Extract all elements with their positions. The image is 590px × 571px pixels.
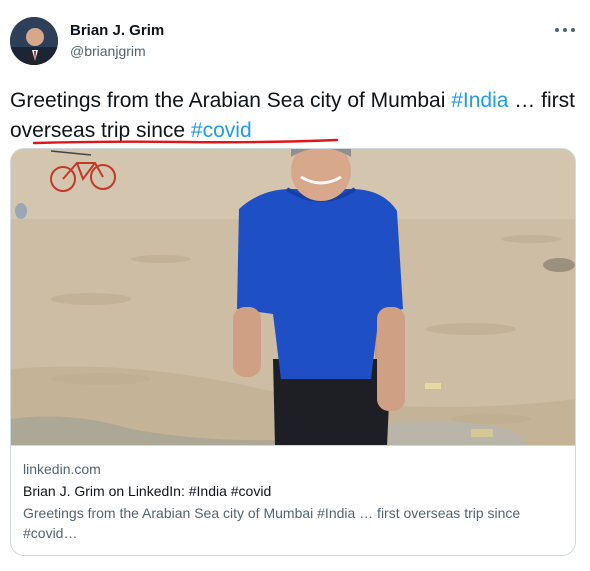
author-handle[interactable]: @brianjgrim	[70, 43, 146, 59]
beach-photo	[11, 149, 575, 445]
link-card-title[interactable]: Brian J. Grim on LinkedIn: #India #covid	[23, 481, 568, 501]
avatar-image	[10, 17, 58, 65]
more-options-button[interactable]	[555, 20, 575, 40]
tweet-text: Greetings from the Arabian Sea city of M…	[10, 86, 580, 146]
red-underline-annotation	[32, 138, 339, 145]
author-name[interactable]: Brian J. Grim	[70, 22, 164, 39]
tweet-text-part: Greetings from the Arabian Sea city of M…	[10, 89, 452, 112]
more-dots-icon	[571, 28, 575, 32]
link-card-domain: linkedin.com	[23, 461, 101, 477]
hashtag-link-india[interactable]: #India	[451, 89, 508, 112]
link-card-description: Greetings from the Arabian Sea city of M…	[23, 505, 521, 541]
more-dots-icon	[563, 28, 567, 32]
link-card-body: linkedin.com Brian J. Grim on LinkedIn: …	[23, 459, 568, 543]
avatar[interactable]	[10, 17, 58, 65]
link-card[interactable]: linkedin.com Brian J. Grim on LinkedIn: …	[10, 148, 576, 556]
link-card-image[interactable]	[11, 149, 575, 446]
more-dots-icon	[555, 28, 559, 32]
